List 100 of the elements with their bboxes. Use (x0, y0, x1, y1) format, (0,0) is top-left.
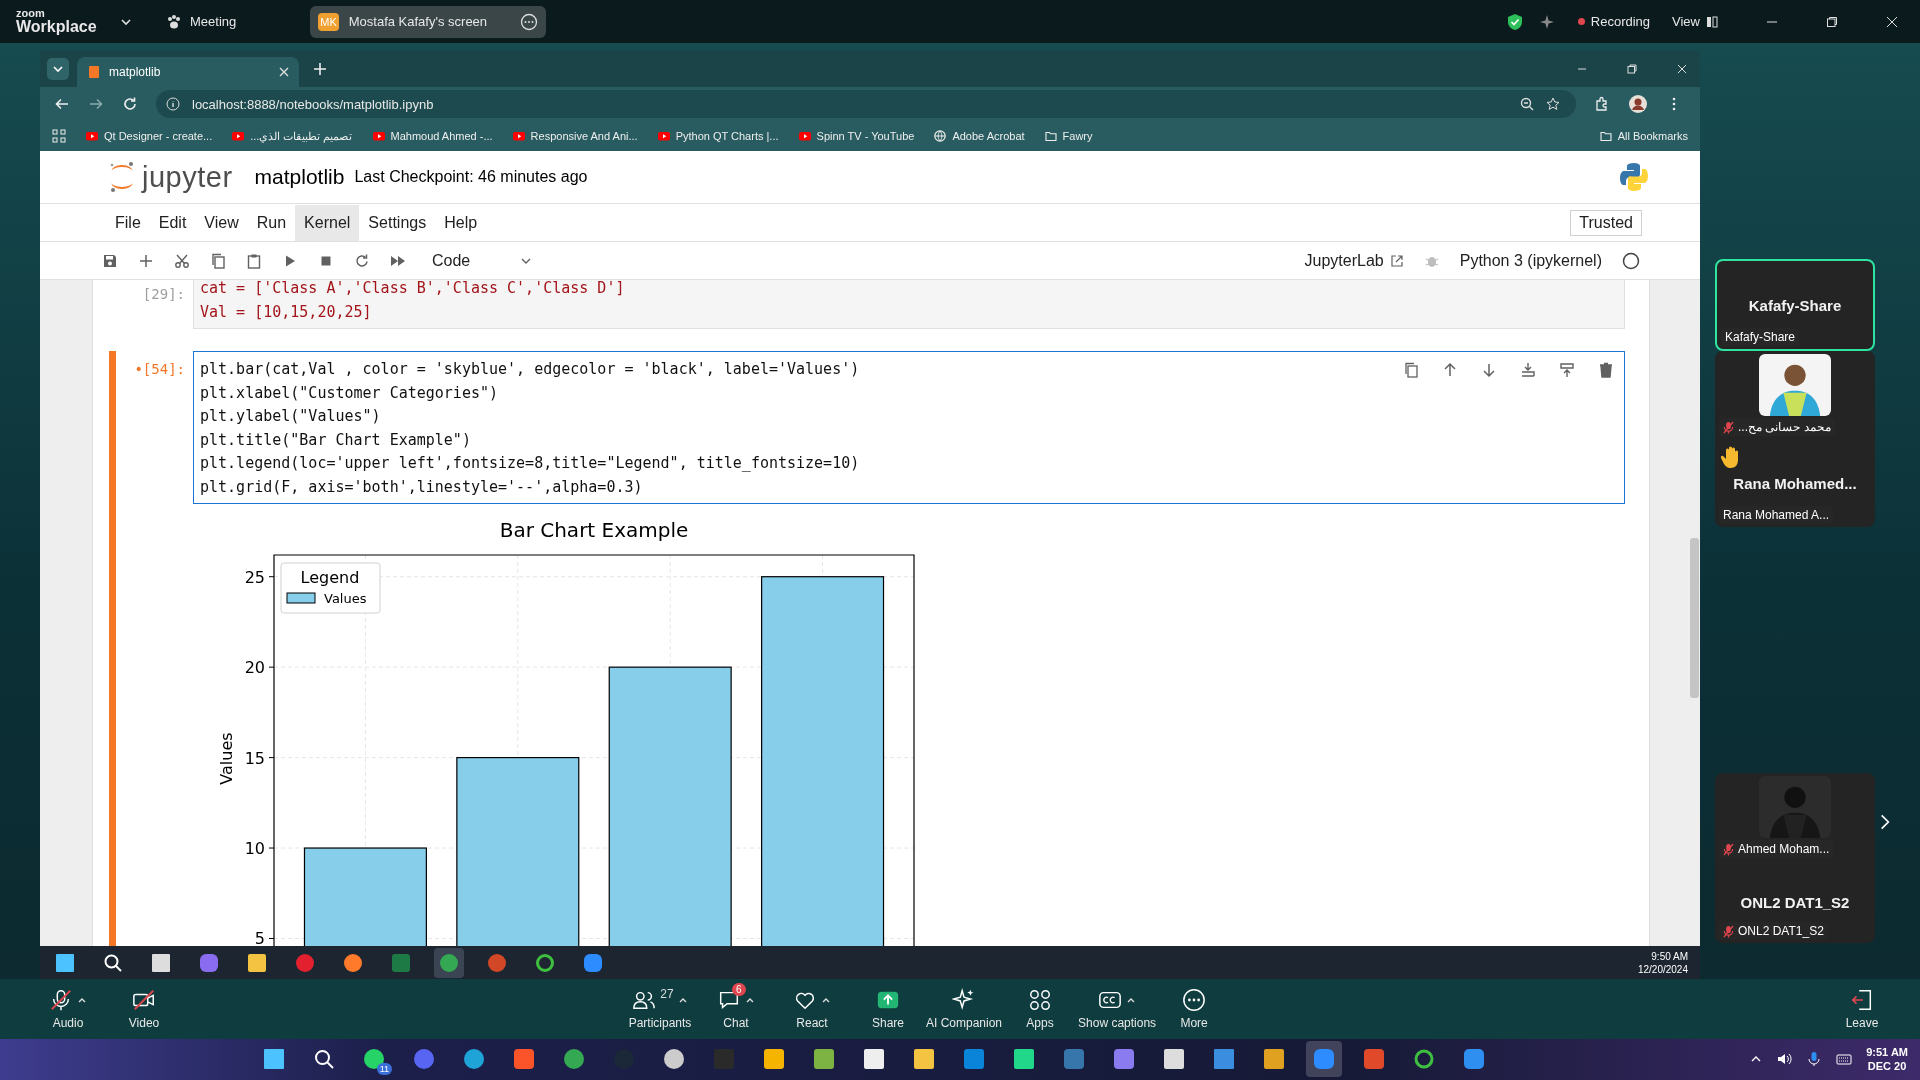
arrow-up-icon[interactable] (1442, 362, 1458, 379)
jupyter-logo-icon[interactable] (108, 160, 136, 195)
scrollbar-thumb[interactable] (1690, 538, 1699, 699)
toolbar-button[interactable]: AI Companion (926, 987, 1003, 1031)
bookmark-link[interactable]: Spinn TV - YouTube (798, 130, 915, 143)
video-play-icon (372, 130, 385, 143)
participant-label: Kafafy-Share (1725, 330, 1796, 345)
apps-grid-icon[interactable] (52, 129, 66, 144)
save-icon[interactable] (102, 252, 118, 269)
bookmark-link[interactable]: Fawry (1044, 130, 1093, 143)
tab-search-icon[interactable] (47, 58, 69, 81)
jupyter-wordmark[interactable]: jupyter (142, 160, 233, 194)
tick-label: 15 (244, 749, 265, 768)
menu-item[interactable]: View (195, 204, 248, 241)
address-field[interactable]: localhost:8888/notebooks/matplotlib.ipynb (156, 90, 1576, 119)
toolbar-button[interactable]: Leave (1824, 987, 1900, 1031)
paste-icon[interactable] (246, 252, 262, 269)
bookmark-link[interactable]: تصميم تطبيقات الذي... (232, 129, 353, 143)
restore-icon[interactable] (1626, 63, 1638, 76)
cell-prompt: [29]: (141, 285, 186, 303)
duplicate-icon[interactable] (1403, 362, 1419, 379)
menu-item[interactable]: Run (247, 204, 296, 241)
copy-icon[interactable] (210, 252, 226, 269)
bookmark-link[interactable]: Adobe Acrobat (934, 130, 1025, 143)
app-icon[interactable] (1262, 1047, 1287, 1072)
participant-tile[interactable]: Ahmed Moham... (1715, 773, 1875, 862)
share-label: Mostafa Kafafy's screen (348, 14, 488, 30)
app-icon[interactable] (862, 1047, 887, 1072)
restore-icon[interactable] (1826, 15, 1838, 28)
meeting-button[interactable]: Meeting (166, 13, 237, 30)
toolbar-button[interactable]: More (1156, 987, 1233, 1031)
participant-tile[interactable]: محمد حسانى مح... (1715, 351, 1875, 440)
keyboard-icon[interactable] (1836, 1051, 1853, 1068)
participant-count: 27 (660, 987, 674, 1002)
view-button[interactable]: View (1672, 14, 1718, 30)
close-icon[interactable] (279, 67, 289, 78)
app-icon[interactable] (1012, 1047, 1037, 1072)
toolbar-button[interactable]: Apps (1002, 987, 1079, 1031)
insert-above-icon[interactable] (1520, 362, 1536, 379)
more-icon[interactable] (520, 12, 539, 31)
participant-tile[interactable]: ONL2 DAT1_S2 ONL2 DAT1_S2 (1715, 861, 1875, 944)
browser-tab[interactable]: matplotlib (77, 57, 299, 88)
video-play-icon (512, 130, 525, 143)
brand-small: zoom (16, 8, 46, 20)
participant-tile[interactable]: Kafafy-Share Kafafy-Share (1715, 259, 1875, 352)
participant-label: محمد حسانى مح... (1738, 420, 1831, 435)
shield-icon[interactable] (1505, 12, 1524, 31)
bookmark-link[interactable]: Python QT Charts |... (657, 130, 779, 143)
app-icon[interactable] (762, 1047, 787, 1072)
folder-icon[interactable] (912, 1047, 937, 1072)
toolbar-button[interactable]: 27 Participants (622, 987, 698, 1031)
menu-item[interactable]: Help (435, 204, 487, 241)
code-editor[interactable]: plt.bar(cat,Val , color = 'skyblue', edgecolor = 'black', label='Values') plt.xlabel("Customer Categories") plt.ylabel("Values") plt.title("Bar Chart Example") plt.legend(loc='upper left',fontsize=8,title="Legend", title_fontsize=10) plt.grid(F, axis='both',linestyle='--',alpha=0.3) (193, 351, 1625, 505)
profile-avatar-icon[interactable] (1628, 94, 1648, 115)
insert-below-icon[interactable] (1559, 362, 1575, 379)
bookmark-link[interactable]: Mahmoud Ahmed -... (372, 130, 493, 143)
microphone-icon[interactable] (1806, 1051, 1823, 1068)
recording-indicator[interactable]: Recording (1577, 14, 1651, 30)
all-bookmarks-link[interactable]: All Bookmarks (1599, 130, 1688, 143)
bookmark-link[interactable]: Responsive And Ani... (512, 130, 638, 143)
bookmark-link[interactable]: Qt Designer - create... (86, 130, 213, 143)
tick-mark (268, 576, 275, 578)
info-icon[interactable] (166, 97, 180, 112)
toolbar-button[interactable]: Share (850, 987, 926, 1031)
toolbar-button[interactable]: Video (106, 987, 182, 1031)
reload-icon[interactable] (122, 96, 138, 113)
legend-label: Values (324, 591, 367, 607)
chart-legend: Legend Values (280, 562, 381, 614)
menu-item[interactable]: Edit (149, 204, 196, 241)
menu-item[interactable]: File (106, 204, 150, 241)
cut-icon[interactable] (174, 252, 190, 269)
arrow-down-icon[interactable] (1481, 362, 1497, 379)
delete-icon[interactable] (1598, 362, 1614, 379)
jupyterlab-link[interactable]: JupyterLab (1304, 251, 1404, 270)
extensions-icon[interactable] (1594, 96, 1610, 113)
toolbar-button[interactable]: Audio (30, 987, 106, 1031)
zoom-icon[interactable] (1520, 97, 1534, 112)
tick-label: 25 (244, 568, 265, 588)
code-editor[interactable]: cat = ['Class A','Class B','Class C','Class D'] Val = [10,15,20,25] (193, 280, 1625, 330)
menu-item[interactable]: Settings (359, 204, 436, 241)
trusted-indicator[interactable]: Trusted (1570, 209, 1642, 236)
notebook-title[interactable]: matplotlib (254, 165, 345, 190)
participant-tile[interactable]: Rana Mohamed... Rana Mohamed A... (1715, 439, 1875, 528)
cell-type-dropdown[interactable]: Code (432, 251, 533, 270)
kernel-name[interactable]: Python 3 (ipykernel) (1459, 251, 1602, 270)
next-page-icon[interactable] (1880, 813, 1890, 832)
app-icon[interactable] (1162, 1047, 1187, 1072)
close-icon[interactable] (1676, 63, 1688, 76)
restart-icon[interactable] (354, 252, 370, 269)
windows-logo-icon[interactable] (262, 1047, 287, 1072)
app-icon[interactable] (812, 1047, 837, 1072)
add-icon[interactable] (138, 252, 154, 269)
toolbar-button[interactable]: React (774, 987, 850, 1031)
star-icon[interactable] (1546, 97, 1560, 112)
menu-item[interactable]: Kernel (295, 204, 360, 241)
share-indicator[interactable]: MK Mostafa Kafafy's screen (310, 5, 547, 38)
new-tab-icon[interactable] (313, 62, 327, 77)
toolbar-button[interactable]: Show captions (1078, 987, 1157, 1031)
close-icon[interactable] (1886, 15, 1898, 28)
video-play-icon (798, 130, 811, 143)
